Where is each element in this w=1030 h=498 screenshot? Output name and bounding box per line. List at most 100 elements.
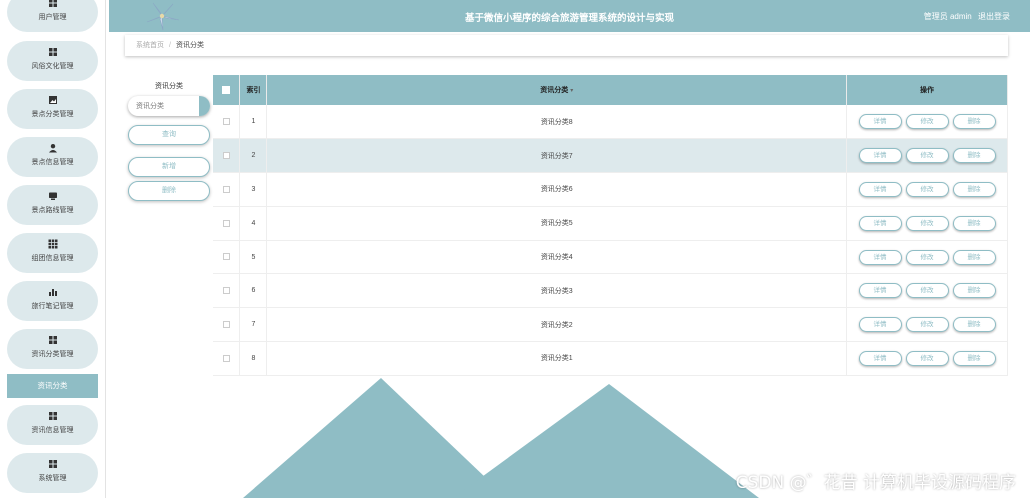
row-name: 资讯分类6 — [266, 172, 848, 207]
detail-button[interactable]: 详情 — [858, 181, 902, 197]
sidebar: 用户管理 风俗文化管理 景点分类管理 景点信息管理 景点路线管理 组团信息管理 … — [0, 0, 106, 498]
bar-chart-icon — [48, 289, 57, 296]
mountain-left — [243, 378, 507, 498]
delete-row-button[interactable]: 删除 — [952, 283, 996, 299]
row-checkbox[interactable] — [222, 321, 230, 328]
row-checkbox[interactable] — [222, 185, 230, 193]
table-row: 5 资讯分类4 详情 修改 删除 — [213, 240, 1008, 275]
logout-link[interactable]: 退出登录 — [978, 12, 1010, 21]
detail-button[interactable]: 详情 — [858, 350, 902, 366]
sidebar-item-label: 用户管理 — [38, 14, 67, 21]
row-name: 资讯分类2 — [266, 307, 848, 343]
search-input[interactable] — [128, 96, 210, 116]
edit-button[interactable]: 修改 — [905, 114, 949, 130]
mountain-right — [453, 384, 759, 498]
row-checkbox-cell — [213, 273, 241, 309]
breadcrumb-home[interactable]: 系统首页 — [136, 42, 164, 49]
sidebar-item-user-management[interactable]: 用户管理 — [7, 0, 98, 32]
table-row: 6 资讯分类3 详情 修改 删除 — [213, 273, 1008, 309]
delete-row-button[interactable]: 删除 — [952, 350, 996, 366]
row-index: 1 — [239, 105, 268, 140]
detail-button[interactable]: 详情 — [858, 148, 902, 164]
row-actions: 详情 修改 删除 — [846, 138, 1008, 174]
row-checkbox[interactable] — [222, 287, 230, 295]
delete-row-button[interactable]: 删除 — [952, 317, 996, 333]
detail-button[interactable]: 详情 — [858, 249, 902, 265]
delete-row-button[interactable]: 删除 — [952, 181, 996, 197]
row-index: 3 — [239, 172, 268, 207]
row-name: 资讯分类5 — [266, 206, 848, 241]
row-checkbox[interactable] — [222, 117, 230, 125]
sidebar-item-label: 组团信息管理 — [31, 255, 74, 262]
sidebar-item-system[interactable]: 系统管理 — [7, 453, 98, 493]
delete-row-button[interactable]: 删除 — [952, 114, 996, 130]
row-checkbox-cell — [213, 105, 241, 140]
delete-row-button[interactable]: 删除 — [952, 148, 996, 164]
row-name: 资讯分类4 — [266, 240, 848, 275]
row-name: 资讯分类3 — [266, 273, 848, 309]
row-index: 7 — [239, 307, 268, 343]
sidebar-item-label: 资讯信息管理 — [31, 427, 74, 434]
detail-button[interactable]: 详情 — [858, 215, 902, 231]
sidebar-item-scenic-category[interactable]: 景点分类管理 — [7, 89, 98, 129]
image-icon — [48, 96, 57, 104]
select-all-cell — [213, 75, 241, 105]
delete-row-button[interactable]: 删除 — [952, 249, 996, 265]
sort-icon[interactable]: ▾ — [570, 88, 573, 94]
query-button[interactable]: 查询 — [128, 125, 210, 145]
user-info: 管理员 admin 退出登录 — [924, 11, 1010, 22]
detail-button[interactable]: 详情 — [858, 317, 902, 333]
edit-button[interactable]: 修改 — [905, 317, 949, 333]
sidebar-item-label: 景点信息管理 — [31, 159, 74, 166]
sidebar-subitem-news-category[interactable]: 资讯分类 — [7, 374, 98, 398]
detail-button[interactable]: 详情 — [858, 114, 902, 130]
table-row: 2 资讯分类7 详情 修改 删除 — [213, 138, 1008, 174]
edit-button[interactable]: 修改 — [905, 283, 949, 299]
row-checkbox-cell — [213, 307, 241, 343]
edit-button[interactable]: 修改 — [905, 148, 949, 164]
sidebar-item-scenic-info[interactable]: 景点信息管理 — [7, 137, 98, 177]
grid-icon — [48, 0, 57, 7]
row-checkbox[interactable] — [222, 253, 230, 261]
sidebar-item-label: 系统管理 — [38, 475, 67, 482]
sidebar-item-culture-management[interactable]: 风俗文化管理 — [7, 41, 98, 81]
column-header-name-label: 资讯分类 — [540, 87, 569, 94]
row-checkbox[interactable] — [222, 219, 230, 227]
select-all-checkbox[interactable] — [222, 86, 231, 94]
sidebar-item-route-management[interactable]: 景点路线管理 — [7, 185, 98, 225]
edit-button[interactable]: 修改 — [905, 181, 949, 197]
sidebar-item-label: 旅行笔记管理 — [31, 303, 74, 310]
delete-button[interactable]: 删除 — [128, 181, 210, 201]
breadcrumb-separator: / — [169, 42, 171, 49]
news-category-table: 索引 资讯分类 ▾ 操作 1 资讯分类8 详情 修改 删除 2 资讯分类7 详情 修改删… — [213, 75, 1008, 376]
delete-row-button[interactable]: 删除 — [952, 215, 996, 231]
edit-button[interactable]: 修改 — [905, 350, 949, 366]
column-header-index[interactable]: 索引 — [239, 75, 268, 105]
page-title: 基于微信小程序的综合旅游管理系统的设计与实现 — [464, 13, 674, 24]
add-button[interactable]: 新增 — [128, 157, 210, 177]
sidebar-item-label: 景点分类管理 — [31, 111, 74, 118]
row-actions: 详情 修改 删除 — [846, 206, 1008, 241]
row-checkbox[interactable] — [222, 354, 230, 362]
row-checkbox-cell — [213, 172, 241, 207]
row-checkbox[interactable] — [222, 152, 230, 160]
row-actions: 详情 修改 删除 — [846, 273, 1008, 309]
row-checkbox-cell — [213, 240, 241, 275]
row-name: 资讯分类8 — [266, 105, 848, 140]
table-row: 3 资讯分类6 详情 修改 删除 — [213, 172, 1008, 207]
sidebar-item-group-info[interactable]: 组团信息管理 — [7, 233, 98, 273]
row-index: 5 — [239, 240, 268, 275]
column-header-name[interactable]: 资讯分类 ▾ — [266, 75, 848, 105]
sidebar-item-news-info[interactable]: 资讯信息管理 — [7, 405, 98, 445]
row-actions: 详情 修改 删除 — [846, 240, 1008, 275]
detail-button[interactable]: 详情 — [858, 283, 902, 299]
grid-icon — [48, 460, 57, 468]
grid-icon — [48, 48, 57, 56]
grid-icon — [48, 336, 57, 344]
edit-button[interactable]: 修改 — [905, 215, 949, 231]
edit-button[interactable]: 修改 — [905, 249, 949, 265]
sidebar-item-label: 景点路线管理 — [31, 207, 74, 214]
apps-icon — [48, 239, 57, 249]
sidebar-item-news-category[interactable]: 资讯分类管理 — [7, 329, 98, 369]
sidebar-item-travel-notes[interactable]: 旅行笔记管理 — [7, 281, 98, 321]
